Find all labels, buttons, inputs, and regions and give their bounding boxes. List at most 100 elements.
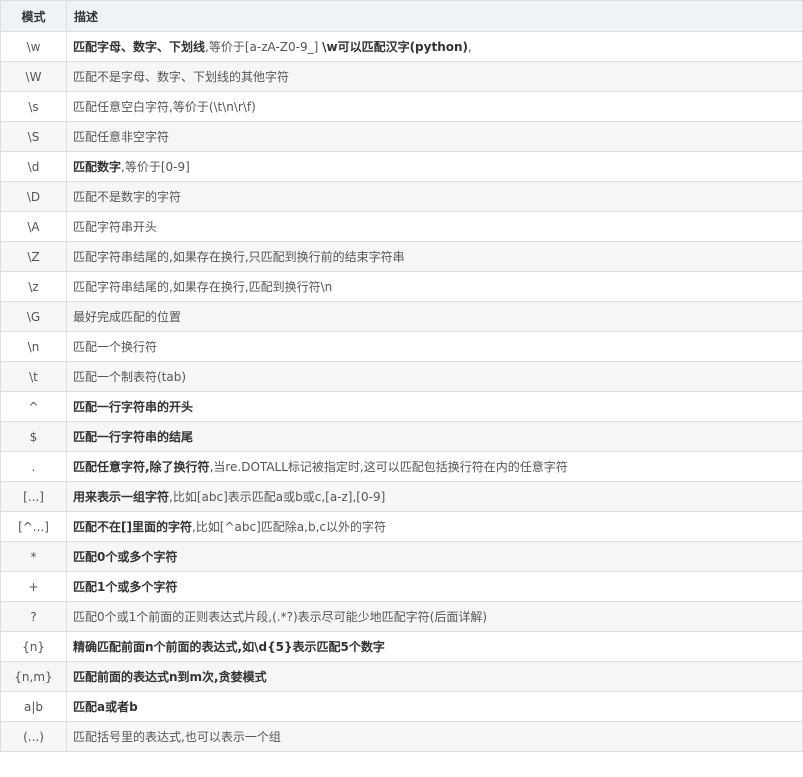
description-text: ,等价于[0-9]	[121, 160, 190, 174]
description-text: 匹配任意非空字符	[73, 130, 170, 144]
description-bold-text: 匹配1个或多个字符	[73, 580, 178, 594]
pattern-cell: {n}	[0, 631, 67, 662]
description-text: 匹配不是字母、数字、下划线的其他字符	[73, 70, 290, 84]
description-bold-text: 匹配一行字符串的开头	[73, 400, 194, 414]
description-text: ,比如[^abc]匹配除a,b,c以外的字符	[191, 520, 386, 534]
description-bold-text: 匹配0个或多个字符	[73, 550, 178, 564]
table-row: ? 匹配0个或1个前面的正则表达式片段,(.*?)表示尽可能少地匹配字符(后面详解…	[0, 601, 803, 632]
table-row: {n} 精确匹配前面n个前面的表达式,如\d{5}表示匹配5个数字	[0, 631, 803, 662]
description-cell: 匹配不是数字的字符	[66, 181, 803, 212]
description-cell: 匹配字母、数字、下划线,等价于[a-zA-Z0-9_] \w可以匹配汉字(pyt…	[66, 31, 803, 62]
pattern-cell: \Z	[0, 241, 67, 272]
description-cell: 匹配一行字符串的结尾	[66, 421, 803, 452]
pattern-cell: $	[0, 421, 67, 452]
pattern-cell: a|b	[0, 691, 67, 722]
description-cell: 匹配不在[]里面的字符,比如[^abc]匹配除a,b,c以外的字符	[66, 511, 803, 542]
description-cell: 匹配任意空白字符,等价于(\t\n\r\f)	[66, 91, 803, 122]
pattern-cell: \n	[0, 331, 67, 362]
description-cell: 匹配一个制表符(tab)	[66, 361, 803, 392]
table-body: \w 匹配字母、数字、下划线,等价于[a-zA-Z0-9_] \w可以匹配汉字(p…	[0, 31, 803, 752]
description-bold-text: 匹配任意字符,除了换行符	[73, 460, 210, 474]
description-cell: 匹配0个或多个字符	[66, 541, 803, 572]
table-row: \S 匹配任意非空字符	[0, 121, 803, 152]
description-bold-text: 匹配数字	[73, 160, 122, 174]
description-cell: 匹配一个换行符	[66, 331, 803, 362]
description-bold-text: 用来表示一组字符	[73, 490, 170, 504]
pattern-cell: ?	[0, 601, 67, 632]
description-cell: 匹配数字,等价于[0-9]	[66, 151, 803, 182]
description-cell: 用来表示一组字符,比如[abc]表示匹配a或b或c,[a-z],[0-9]	[66, 481, 803, 512]
description-bold-text: 匹配前面的表达式n到m次,贪婪模式	[73, 670, 267, 684]
table-row: \A 匹配字符串开头	[0, 211, 803, 242]
table-row: [...] 用来表示一组字符,比如[abc]表示匹配a或b或c,[a-z],[0-…	[0, 481, 803, 512]
table-row: \D 匹配不是数字的字符	[0, 181, 803, 212]
table-row: \z 匹配字符串结尾的,如果存在换行,匹配到换行符\n	[0, 271, 803, 302]
pattern-cell: \s	[0, 91, 67, 122]
description-cell: 匹配前面的表达式n到m次,贪婪模式	[66, 661, 803, 692]
pattern-cell: \z	[0, 271, 67, 302]
pattern-cell: +	[0, 571, 67, 602]
description-cell: 匹配字符串开头	[66, 211, 803, 242]
description-cell: 匹配任意非空字符	[66, 121, 803, 152]
table-row: \t 匹配一个制表符(tab)	[0, 361, 803, 392]
table-row: \G 最好完成匹配的位置	[0, 301, 803, 332]
description-bold-text: 匹配a或者b	[73, 700, 138, 714]
description-bold-text: 匹配字母、数字、下划线	[73, 40, 206, 54]
description-cell: 精确匹配前面n个前面的表达式,如\d{5}表示匹配5个数字	[66, 631, 803, 662]
table-row: (...) 匹配括号里的表达式,也可以表示一个组	[0, 721, 803, 752]
table-row: ^ 匹配一行字符串的开头	[0, 391, 803, 422]
description-text: 匹配字符串结尾的,如果存在换行,只匹配到换行前的结束字符串	[73, 250, 405, 264]
description-bold-text: 匹配一行字符串的结尾	[73, 430, 194, 444]
table-row: $ 匹配一行字符串的结尾	[0, 421, 803, 452]
pattern-cell: \w	[0, 31, 67, 62]
description-text: 匹配一个换行符	[73, 340, 158, 354]
description-cell: 匹配一行字符串的开头	[66, 391, 803, 422]
regex-pattern-table: 模式 描述 \w 匹配字母、数字、下划线,等价于[a-zA-Z0-9_] \w可以…	[0, 0, 803, 752]
description-cell: 匹配不是字母、数字、下划线的其他字符	[66, 61, 803, 92]
description-text: ,比如[abc]表示匹配a或b或c,[a-z],[0-9]	[169, 490, 386, 504]
description-bold-text: \w可以匹配汉字(python)	[322, 40, 469, 54]
table-row: \s 匹配任意空白字符,等价于(\t\n\r\f)	[0, 91, 803, 122]
table-row: {n,m} 匹配前面的表达式n到m次,贪婪模式	[0, 661, 803, 692]
table-row: \n 匹配一个换行符	[0, 331, 803, 362]
pattern-cell: ^	[0, 391, 67, 422]
table-header-row: 模式 描述	[0, 0, 803, 32]
description-cell: 匹配字符串结尾的,如果存在换行,匹配到换行符\n	[66, 271, 803, 302]
pattern-cell: {n,m}	[0, 661, 67, 692]
table-row: \d 匹配数字,等价于[0-9]	[0, 151, 803, 182]
pattern-cell: [^...]	[0, 511, 67, 542]
description-text: 匹配0个或1个前面的正则表达式片段,(.*?)表示尽可能少地匹配字符(后面详解)	[73, 610, 487, 624]
table-row: * 匹配0个或多个字符	[0, 541, 803, 572]
table-row: \Z 匹配字符串结尾的,如果存在换行,只匹配到换行前的结束字符串	[0, 241, 803, 272]
table-row: + 匹配1个或多个字符	[0, 571, 803, 602]
description-cell: 最好完成匹配的位置	[66, 301, 803, 332]
description-cell: 匹配任意字符,除了换行符,当re.DOTALL标记被指定时,这可以匹配包括换行符…	[66, 451, 803, 482]
pattern-cell: .	[0, 451, 67, 482]
description-cell: 匹配0个或1个前面的正则表达式片段,(.*?)表示尽可能少地匹配字符(后面详解)	[66, 601, 803, 632]
pattern-cell: [...]	[0, 481, 67, 512]
pattern-cell: *	[0, 541, 67, 572]
description-text: 匹配字符串开头	[73, 220, 158, 234]
pattern-cell: \d	[0, 151, 67, 182]
table-row: a|b 匹配a或者b	[0, 691, 803, 722]
pattern-cell: \t	[0, 361, 67, 392]
description-text: ,等价于[a-zA-Z0-9_]	[205, 40, 323, 54]
description-bold-text: 精确匹配前面n个前面的表达式,如\d{5}表示匹配5个数字	[73, 640, 385, 654]
description-text: ,	[468, 40, 472, 54]
description-text: 匹配不是数字的字符	[73, 190, 182, 204]
table-row: \W 匹配不是字母、数字、下划线的其他字符	[0, 61, 803, 92]
pattern-cell: \W	[0, 61, 67, 92]
description-text: 匹配任意空白字符,等价于(\t\n\r\f)	[73, 100, 256, 114]
description-text: 匹配一个制表符(tab)	[73, 370, 187, 384]
pattern-cell: (...)	[0, 721, 67, 752]
description-bold-text: 匹配不在[]里面的字符	[73, 520, 192, 534]
description-text: ,当re.DOTALL标记被指定时,这可以匹配包括换行符在内的任意字符	[209, 460, 568, 474]
pattern-cell: \G	[0, 301, 67, 332]
table-row: [^...] 匹配不在[]里面的字符,比如[^abc]匹配除a,b,c以外的字符	[0, 511, 803, 542]
table-row: . 匹配任意字符,除了换行符,当re.DOTALL标记被指定时,这可以匹配包括换行…	[0, 451, 803, 482]
pattern-cell: \A	[0, 211, 67, 242]
description-cell: 匹配a或者b	[66, 691, 803, 722]
table-row: \w 匹配字母、数字、下划线,等价于[a-zA-Z0-9_] \w可以匹配汉字(p…	[0, 31, 803, 62]
description-text: 匹配括号里的表达式,也可以表示一个组	[73, 730, 281, 744]
description-text: 匹配字符串结尾的,如果存在换行,匹配到换行符\n	[73, 280, 333, 294]
